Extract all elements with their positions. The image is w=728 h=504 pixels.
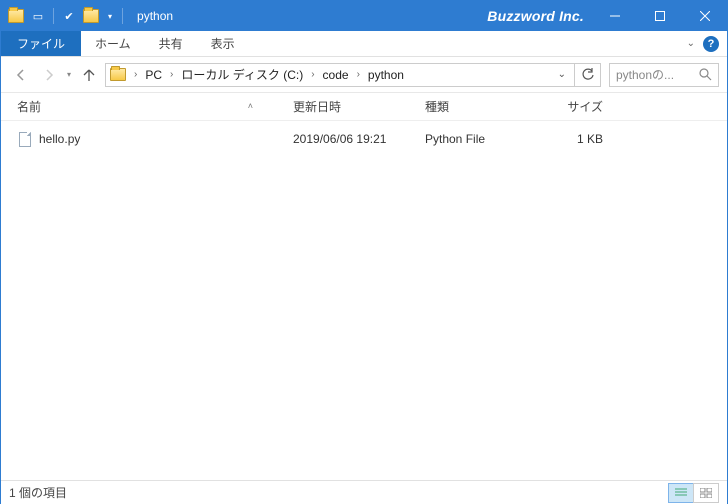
search-input[interactable]: pythonの...	[609, 63, 719, 87]
folder-icon	[110, 68, 126, 81]
brand-text: Buzzword Inc.	[487, 8, 592, 24]
view-thumbnails-button[interactable]	[693, 483, 719, 503]
chevron-right-icon[interactable]: ›	[351, 69, 366, 80]
qat-props-icon[interactable]: ▭	[29, 7, 47, 25]
search-placeholder: pythonの...	[616, 66, 674, 83]
status-text: 1 個の項目	[9, 484, 67, 501]
close-button[interactable]	[682, 1, 727, 31]
breadcrumb-item[interactable]: ローカル ディスク (C:)	[179, 64, 305, 85]
address-bar[interactable]: › PC › ローカル ディスク (C:) › code › python ⌄	[105, 63, 601, 87]
breadcrumb-item[interactable]: code	[321, 66, 351, 84]
file-type: Python File	[425, 132, 537, 146]
chevron-right-icon[interactable]: ›	[128, 69, 143, 80]
sort-asc-icon: ˄	[248, 101, 253, 111]
maximize-button[interactable]	[637, 1, 682, 31]
folder-icon	[82, 7, 100, 25]
folder-icon	[7, 7, 25, 25]
minimize-button[interactable]	[592, 1, 637, 31]
tab-view[interactable]: 表示	[197, 31, 249, 56]
expand-ribbon-icon[interactable]: ⌄	[687, 38, 695, 49]
up-button[interactable]	[77, 63, 101, 87]
qat-check-icon[interactable]: ✔	[60, 7, 78, 25]
column-header-name[interactable]: 名前˄	[17, 98, 293, 115]
file-size: 1 KB	[537, 132, 617, 146]
title-bar: ▭ ✔ ▾ python Buzzword Inc.	[1, 1, 727, 31]
column-headers: 名前˄ 更新日時 種類 サイズ	[1, 93, 727, 121]
history-dropdown-icon[interactable]: ▾	[65, 70, 73, 79]
search-icon	[699, 68, 712, 81]
breadcrumb-item[interactable]: python	[366, 66, 406, 84]
column-header-size[interactable]: サイズ	[537, 98, 617, 115]
tab-home[interactable]: ホーム	[81, 31, 145, 56]
status-bar: 1 個の項目	[1, 480, 727, 504]
file-name: hello.py	[39, 132, 80, 146]
back-button[interactable]	[9, 63, 33, 87]
view-details-button[interactable]	[668, 483, 694, 503]
qat-dropdown-icon[interactable]: ▾	[104, 12, 116, 21]
window-title: python	[137, 9, 173, 23]
python-file-icon	[17, 131, 33, 147]
file-date: 2019/06/06 19:21	[293, 132, 425, 146]
tab-file[interactable]: ファイル	[1, 31, 81, 56]
column-header-date[interactable]: 更新日時	[293, 98, 425, 115]
file-list: hello.py 2019/06/06 19:21 Python File 1 …	[1, 121, 727, 157]
ribbon-tabs: ファイル ホーム 共有 表示 ⌄ ?	[1, 31, 727, 57]
refresh-button[interactable]	[574, 64, 600, 86]
breadcrumb-item[interactable]: PC	[143, 66, 164, 84]
chevron-right-icon[interactable]: ›	[164, 69, 179, 80]
help-icon[interactable]: ?	[703, 36, 719, 52]
forward-button[interactable]	[37, 63, 61, 87]
nav-bar: ▾ › PC › ローカル ディスク (C:) › code › python …	[1, 57, 727, 93]
column-header-type[interactable]: 種類	[425, 98, 537, 115]
file-row[interactable]: hello.py 2019/06/06 19:21 Python File 1 …	[1, 127, 727, 151]
address-dropdown-icon[interactable]: ⌄	[550, 69, 574, 80]
chevron-right-icon[interactable]: ›	[305, 69, 320, 80]
tab-share[interactable]: 共有	[145, 31, 197, 56]
